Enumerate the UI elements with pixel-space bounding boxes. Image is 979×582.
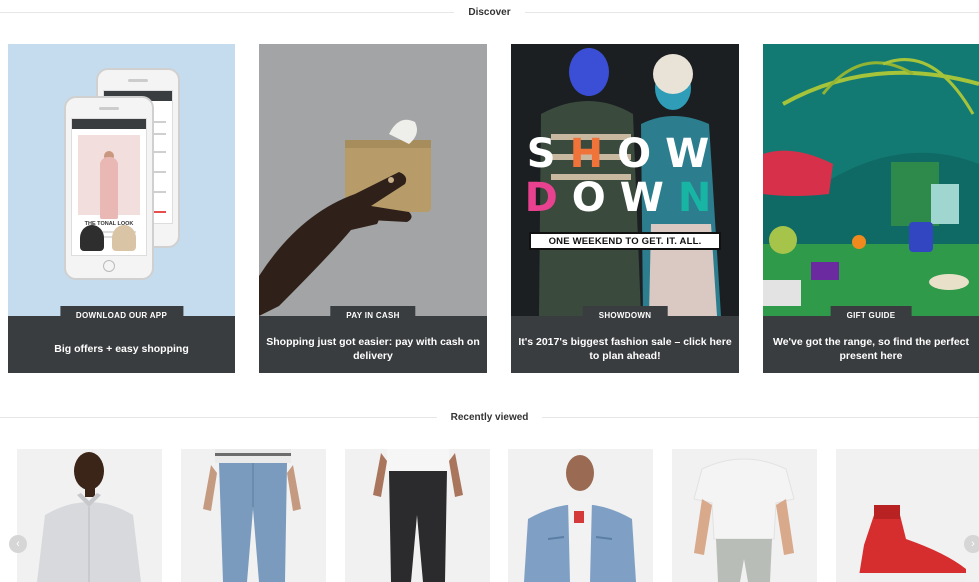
product-card[interactable] (345, 449, 490, 582)
gift-products-illustration (763, 44, 979, 316)
cash-wallet-image (259, 44, 487, 316)
card-tag: SHOWDOWN (582, 306, 668, 324)
headline-letter: D (524, 175, 572, 221)
heading-rule-right (542, 416, 979, 418)
product-card[interactable] (508, 449, 653, 582)
card-caption: Big offers + easy shopping (8, 316, 235, 373)
showdown-campaign-image: SHOW DOWN ONE WEEKEND TO GET. IT. ALL. (511, 44, 739, 316)
headline-letter: O (571, 175, 620, 221)
headline-letter: S (526, 131, 570, 177)
recently-viewed-heading: Recently viewed (0, 407, 979, 427)
product-image (524, 455, 636, 582)
carousel-next-button[interactable]: › (964, 535, 979, 553)
discover-card-app[interactable]: THE TONAL LOOK Big offers + easy shoppin… (8, 44, 235, 373)
product-card[interactable] (17, 449, 162, 582)
showdown-headline-line2: DOWN (511, 176, 739, 220)
heading-rule-left (0, 11, 455, 13)
headline-letter: N (677, 175, 726, 221)
showdown-headline-line1: SHOW (527, 131, 723, 177)
headline-letter: W (619, 175, 678, 221)
chevron-left-icon: ‹ (16, 538, 20, 550)
discover-card-showdown[interactable]: SHOW DOWN ONE WEEKEND TO GET. IT. ALL. I… (511, 44, 739, 373)
product-image (693, 458, 795, 582)
product-card[interactable] (836, 449, 979, 582)
discover-card-gift-guide[interactable]: We've got the range, so find the perfect… (763, 44, 979, 373)
recently-viewed-title: Recently viewed (450, 411, 529, 423)
card-tag: DOWNLOAD OUR APP (59, 306, 184, 324)
card-caption: It's 2017's biggest fashion sale – click… (511, 316, 739, 373)
product-image (203, 449, 301, 582)
card-caption: Shopping just got easier: pay with cash … (259, 316, 487, 373)
card-caption: We've got the range, so find the perfect… (763, 316, 979, 373)
headline-letter: O (617, 131, 666, 177)
app-promo-image: THE TONAL LOOK (8, 44, 235, 316)
discover-card-pay-in-cash[interactable]: Shopping just got easier: pay with cash … (259, 44, 487, 373)
wallet-hand-illustration (259, 119, 431, 316)
card-tag: GIFT GUIDE (830, 306, 912, 324)
product-image (858, 505, 966, 582)
product-card[interactable] (181, 449, 326, 582)
showdown-banner: ONE WEEKEND TO GET. IT. ALL. (529, 232, 721, 250)
card-tag: PAY IN CASH (330, 306, 416, 324)
discover-cards: THE TONAL LOOK Big offers + easy shoppin… (8, 44, 979, 373)
phone-front: THE TONAL LOOK (64, 96, 154, 280)
product-card[interactable] (672, 449, 817, 582)
discover-heading: Discover (0, 2, 979, 22)
heading-rule-left (0, 416, 437, 418)
chevron-right-icon: › (971, 538, 975, 550)
product-image (373, 449, 463, 582)
headline-letter: H (569, 131, 618, 177)
showdown-headline: SHOW DOWN (511, 132, 739, 220)
headline-letter: W (665, 131, 724, 177)
recently-viewed-carousel (0, 449, 979, 582)
carousel-prev-button[interactable]: ‹ (9, 535, 27, 553)
product-image (37, 452, 141, 582)
discover-title: Discover (468, 6, 511, 18)
heading-rule-right (524, 11, 979, 13)
gift-guide-image (763, 44, 979, 316)
